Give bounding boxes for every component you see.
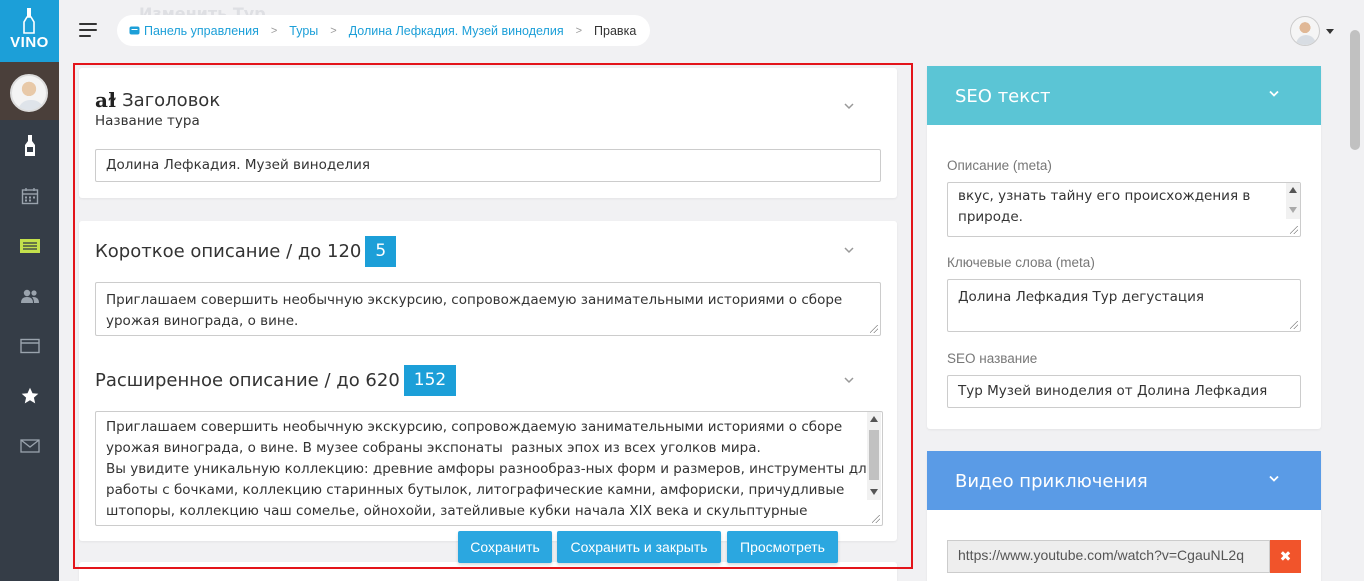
avatar[interactable] bbox=[10, 74, 48, 112]
preview-button[interactable]: Просмотреть bbox=[727, 531, 838, 563]
long-desc-line: штопоры, коллекцию чаш сомелье, ойнохойи… bbox=[106, 503, 808, 519]
meta-desc-textarea[interactable]: вкус, узнать тайну его происхождения в п… bbox=[947, 182, 1301, 237]
user-avatar[interactable] bbox=[1290, 16, 1320, 46]
list-icon bbox=[19, 239, 40, 253]
video-card: Видео приключения https://www.youtube.co… bbox=[927, 451, 1321, 581]
long-desc-scrollbar[interactable] bbox=[867, 412, 881, 500]
close-icon: ✖ bbox=[1279, 548, 1292, 565]
scroll-down-icon[interactable] bbox=[870, 489, 878, 495]
sidebar-item-pages[interactable] bbox=[0, 331, 59, 361]
long-desc-textarea[interactable]: Приглашаем совершить необычную экскурсию… bbox=[95, 411, 883, 526]
logo-text: VINO bbox=[10, 34, 49, 51]
video-card-header[interactable]: Видео приключения bbox=[927, 451, 1321, 510]
chevron-down-icon[interactable] bbox=[1269, 475, 1279, 483]
menu-toggle-icon[interactable] bbox=[79, 22, 99, 38]
meta-desc-scrollbar[interactable] bbox=[1286, 183, 1300, 219]
next-card bbox=[79, 562, 897, 581]
description-card: Короткое описание / до 120 5 Приглашаем … bbox=[79, 221, 897, 541]
scroll-up-icon[interactable] bbox=[1289, 187, 1297, 193]
title-card: aɫ Заголовок Название тура Долина Лефкад… bbox=[79, 68, 897, 198]
long-desc-heading: Расширенное описание / до 620 bbox=[95, 370, 400, 391]
sidebar-user[interactable] bbox=[0, 62, 59, 120]
breadcrumb: Панель управления > Туры > Долина Лефкад… bbox=[117, 15, 651, 46]
scroll-down-icon[interactable] bbox=[1289, 207, 1297, 213]
sidebar-item-tours[interactable] bbox=[0, 131, 59, 161]
sidebar-item-favorites[interactable] bbox=[0, 381, 59, 411]
breadcrumb-tours[interactable]: Туры bbox=[289, 24, 318, 38]
delete-video-button[interactable]: ✖ bbox=[1270, 540, 1301, 573]
sidebar-item-users[interactable] bbox=[0, 281, 59, 311]
seo-name-input[interactable]: Тур Музей виноделия от Долина Лефкадия bbox=[947, 375, 1301, 408]
short-desc-header: Короткое описание / до 120 5 bbox=[95, 236, 397, 267]
save-close-button[interactable]: Сохранить и закрыть bbox=[557, 531, 721, 563]
sidebar-item-mail[interactable] bbox=[0, 431, 59, 461]
sidebar-item-list[interactable] bbox=[0, 231, 59, 261]
sidebar-item-calendar[interactable] bbox=[0, 181, 59, 211]
seo-card-header[interactable]: SEO текст bbox=[927, 66, 1321, 125]
meta-desc-line: природе. bbox=[958, 209, 1023, 225]
breadcrumb-current: Правка bbox=[594, 23, 637, 38]
breadcrumb-tour[interactable]: Долина Лефкадия. Музей виноделия bbox=[349, 24, 564, 38]
seo-name-label: SEO название bbox=[947, 351, 1038, 366]
bottle-logo-icon bbox=[23, 8, 35, 34]
long-desc-line: урожая винограда, о вине. В музее собран… bbox=[106, 440, 761, 456]
long-desc-header: Расширенное описание / до 620 152 bbox=[95, 365, 457, 396]
seo-card-title: SEO текст bbox=[955, 86, 1051, 107]
text-format-icon: aɫ bbox=[95, 88, 117, 112]
meta-desc-label: Описание (meta) bbox=[947, 158, 1052, 173]
chevron-down-icon[interactable] bbox=[844, 101, 854, 111]
long-desc-line: Вы увидите уникальную коллекцию: древние… bbox=[106, 461, 875, 477]
keywords-label: Ключевые слова (meta) bbox=[947, 255, 1095, 270]
save-button[interactable]: Сохранить bbox=[458, 531, 552, 563]
chevron-down-icon[interactable] bbox=[844, 375, 854, 385]
calendar-icon bbox=[21, 188, 38, 205]
long-desc-line: работы с бочками, коллекцию старинных бу… bbox=[106, 482, 845, 498]
breadcrumb-separator: > bbox=[575, 24, 583, 37]
topbar: Изменить Тур Панель управления > Туры > … bbox=[59, 0, 1364, 62]
chevron-down-icon[interactable] bbox=[844, 245, 854, 255]
page-scrollbar-thumb[interactable] bbox=[1350, 30, 1360, 150]
breadcrumb-dashboard[interactable]: Панель управления bbox=[144, 24, 259, 38]
long-desc-line: Приглашаем совершить необычную экскурсию… bbox=[106, 419, 843, 435]
title-card-heading: Заголовок bbox=[122, 89, 221, 111]
short-desc-count-badge: 5 bbox=[365, 236, 397, 267]
scroll-up-icon[interactable] bbox=[870, 416, 878, 422]
star-icon bbox=[21, 387, 38, 404]
breadcrumb-separator: > bbox=[270, 24, 278, 37]
sidebar: VINO bbox=[0, 0, 59, 581]
breadcrumb-separator: > bbox=[330, 24, 337, 37]
meta-desc-line: вкус, узнать тайну его происхождения в bbox=[958, 188, 1251, 204]
title-card-subheading: Название тура bbox=[95, 113, 200, 129]
video-url-input[interactable]: https://www.youtube.com/watch?v=CgauNL2q bbox=[947, 540, 1270, 573]
user-menu-caret-icon[interactable] bbox=[1326, 29, 1334, 34]
mail-icon bbox=[19, 439, 40, 453]
short-desc-heading: Короткое описание / до 120 bbox=[95, 241, 362, 262]
window-icon bbox=[19, 338, 40, 354]
keywords-textarea[interactable]: Долина Лефкадия Тур дегустация bbox=[947, 279, 1301, 332]
long-desc-count-badge: 152 bbox=[403, 365, 457, 396]
chevron-down-icon[interactable] bbox=[1269, 90, 1279, 98]
video-card-title: Видео приключения bbox=[955, 471, 1148, 492]
tour-name-input[interactable]: Долина Лефкадия. Музей виноделия bbox=[95, 149, 881, 182]
seo-card: SEO текст Описание (meta) вкус, узнать т… bbox=[927, 66, 1321, 429]
logo[interactable]: VINO bbox=[0, 0, 59, 62]
scroll-thumb[interactable] bbox=[869, 430, 879, 480]
users-icon bbox=[20, 289, 39, 303]
short-desc-textarea[interactable]: Приглашаем совершить необычную экскурсию… bbox=[95, 282, 881, 336]
bottle-icon bbox=[24, 135, 35, 156]
dashboard-icon bbox=[129, 26, 140, 35]
